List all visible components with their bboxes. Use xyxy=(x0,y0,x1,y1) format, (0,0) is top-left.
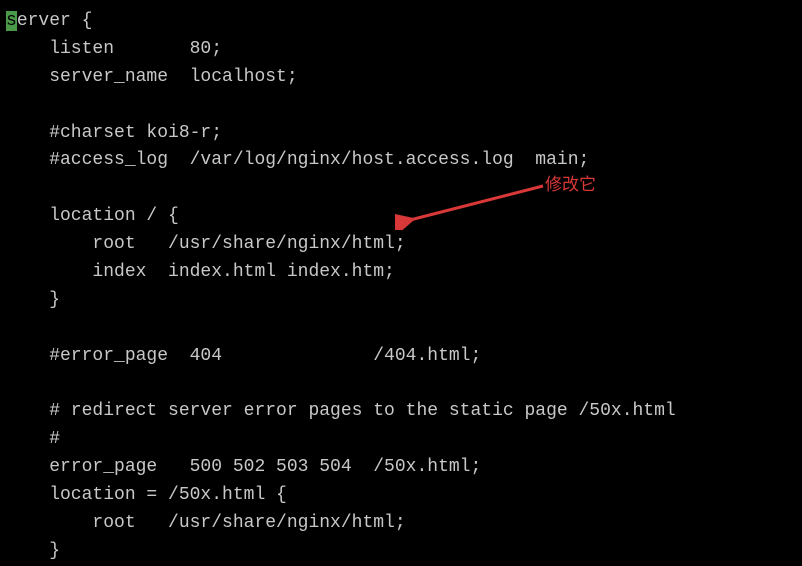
code-line: error_page 500 502 503 504 /50x.html; xyxy=(6,454,796,482)
terminal-editor[interactable]: server { listen 80; server_name localhos… xyxy=(6,8,796,566)
code-line xyxy=(6,371,796,399)
code-line: # redirect server error pages to the sta… xyxy=(6,398,796,426)
code-line: root /usr/share/nginx/html; xyxy=(6,231,796,259)
cursor: s xyxy=(6,11,17,31)
code-line: #charset koi8-r; xyxy=(6,120,796,148)
code-line: location / { xyxy=(6,203,796,231)
code-line: location = /50x.html { xyxy=(6,482,796,510)
code-line: server { xyxy=(6,8,796,36)
code-line: server_name localhost; xyxy=(6,64,796,92)
code-line xyxy=(6,315,796,343)
code-line: } xyxy=(6,538,796,566)
code-line: #error_page 404 /404.html; xyxy=(6,343,796,371)
code-line xyxy=(6,175,796,203)
code-line: #access_log /var/log/nginx/host.access.l… xyxy=(6,147,796,175)
annotation-label: 修改它 xyxy=(545,172,596,198)
code-line: } xyxy=(6,287,796,315)
code-line: # xyxy=(6,426,796,454)
code-line: index index.html index.htm; xyxy=(6,259,796,287)
code-line: listen 80; xyxy=(6,36,796,64)
code-line xyxy=(6,92,796,120)
code-line: root /usr/share/nginx/html; xyxy=(6,510,796,538)
